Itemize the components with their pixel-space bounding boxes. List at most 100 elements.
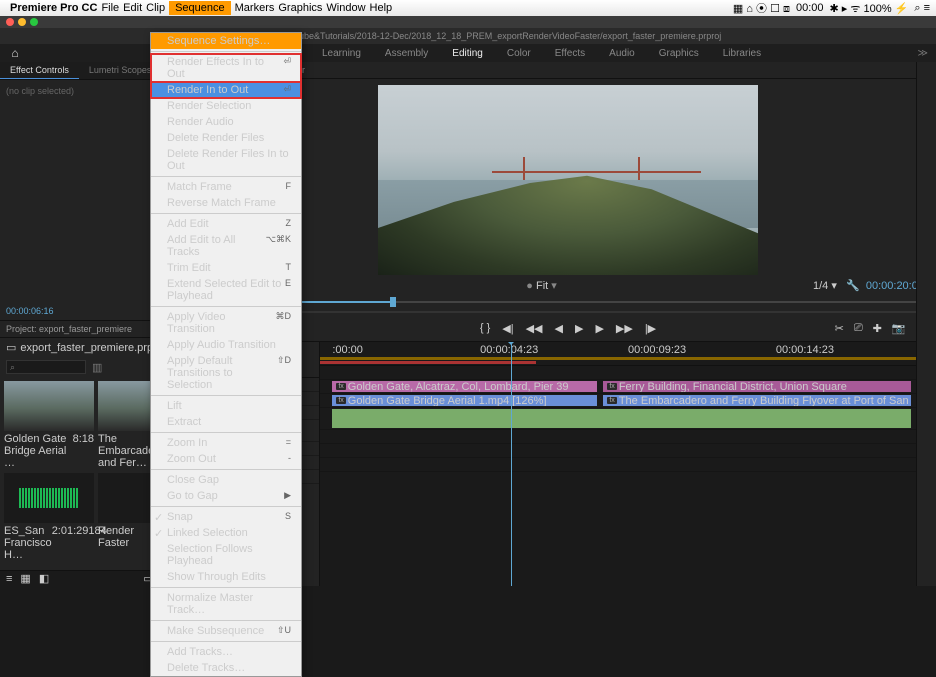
menu-window[interactable]: Window — [326, 2, 365, 14]
minimize-window-button[interactable] — [18, 18, 26, 26]
menu-item: Extend Selected Edit to PlayheadE — [151, 276, 301, 304]
menu-item[interactable]: Show Through Edits — [151, 569, 301, 585]
menu-item[interactable]: Selection Follows Playhead — [151, 541, 301, 569]
workspace-libraries[interactable]: Libraries — [711, 45, 773, 62]
thumbnail — [4, 473, 94, 523]
clip-v1a[interactable]: fxGolden Gate Bridge Aerial 1.mp4 [126%] — [332, 395, 597, 406]
sequence-dropdown-menu: Sequence Settings… Render Effects In to O… — [150, 32, 302, 677]
time-ruler[interactable]: :00:00 00:00:04:23 00:00:09:23 00:00:14:… — [320, 342, 936, 366]
close-window-button[interactable] — [6, 18, 14, 26]
workspace-effects[interactable]: Effects — [543, 45, 597, 62]
clip-v2a[interactable]: fxGolden Gate, Alcatraz, Col, Lombard, P… — [332, 381, 597, 392]
menu-item[interactable]: ✓SnapS — [151, 509, 301, 525]
menu-item[interactable]: Trim EditT — [151, 260, 301, 276]
workspace-overflow-icon[interactable]: ≫ — [910, 48, 936, 59]
menu-item[interactable]: Add Tracks… — [151, 644, 301, 660]
clip-a1[interactable] — [332, 409, 911, 428]
clip-v2b[interactable]: fxFerry Building, Financial District, Un… — [603, 381, 911, 392]
menu-item[interactable]: Zoom Out- — [151, 451, 301, 467]
play-button[interactable]: ▶ — [575, 322, 583, 335]
menu-item[interactable]: Delete Tracks… — [151, 660, 301, 676]
item-duration: 8:18 — [73, 433, 94, 469]
menu-item[interactable]: Close Gap — [151, 472, 301, 488]
menu-clip[interactable]: Clip — [146, 2, 165, 14]
menubar-search-icon[interactable]: ⌕ ≡ — [914, 2, 930, 15]
ruler-tick: :00:00 — [332, 344, 363, 356]
fit-dropdown[interactable]: ● Fit ▾ — [526, 279, 557, 292]
menu-item[interactable]: Sequence Settings… — [151, 33, 301, 49]
menu-help[interactable]: Help — [370, 2, 393, 14]
tab-effect-controls[interactable]: Effect Controls — [0, 62, 79, 79]
project-item[interactable]: Golden Gate Bridge Aerial …8:18 — [4, 381, 94, 469]
window-chrome — [0, 16, 936, 28]
program-zoom-bar[interactable] — [212, 308, 924, 316]
export-frame-icon[interactable]: 📷 — [892, 322, 906, 335]
workspace-editing[interactable]: Editing — [440, 45, 495, 62]
home-icon[interactable]: ⌂ — [0, 46, 30, 60]
menu-item: Apply Audio Transition — [151, 337, 301, 353]
source-timecode: 00:00:06:16 — [6, 306, 54, 316]
ruler-tick: 00:00:09:23 — [628, 344, 686, 356]
timeline-playhead[interactable] — [511, 342, 512, 586]
step-back-button[interactable]: ◀◀ — [526, 322, 543, 335]
menu-item: Delete Render Files In to Out — [151, 146, 301, 174]
menu-item[interactable]: Render Effects In to Out⏎ — [151, 54, 301, 82]
menu-sequence[interactable]: Sequence — [169, 1, 231, 15]
menu-item[interactable]: Make Subsequence⇧U — [151, 623, 301, 639]
menu-item[interactable]: Match FrameF — [151, 179, 301, 195]
list-view-icon[interactable]: ≡ — [6, 573, 12, 585]
menu-item: Render Selection — [151, 98, 301, 114]
audio-meters — [916, 540, 936, 586]
workspace-audio[interactable]: Audio — [597, 45, 647, 62]
workspace-graphics[interactable]: Graphics — [647, 45, 711, 62]
menu-item[interactable]: Render In to Out⏎ — [151, 82, 301, 98]
menu-item[interactable]: Zoom In= — [151, 435, 301, 451]
menu-item[interactable]: Normalize Master Track… — [151, 590, 301, 618]
lift-icon[interactable]: ✂ — [835, 322, 844, 335]
workspace-assembly[interactable]: Assembly — [373, 45, 440, 62]
menu-item[interactable]: Render Audio — [151, 114, 301, 130]
menu-item: Apply Default Transitions to Selection⇧D — [151, 353, 301, 393]
menu-item[interactable]: Add Edit to All Tracks⌥⌘K — [151, 232, 301, 260]
menu-item[interactable]: Go to Gap▶ — [151, 488, 301, 504]
ruler-tick: 00:00:14:23 — [776, 344, 834, 356]
bridge-graphic — [492, 157, 701, 180]
program-title: Program: Render Faster — [200, 62, 936, 79]
menubar-time: 00:00 — [796, 2, 824, 14]
menu-item: Extract — [151, 414, 301, 430]
mark-in-out-button[interactable]: { } — [480, 322, 490, 335]
add-marker-icon[interactable]: ✚ — [873, 322, 882, 335]
menu-markers[interactable]: Markers — [235, 2, 275, 14]
menubar-extras: ✱ ▸ ᯤ 100% ⚡ — [830, 1, 909, 16]
menu-item: Reverse Match Frame — [151, 195, 301, 211]
playhead-marker[interactable] — [390, 297, 396, 307]
fullscreen-window-button[interactable] — [30, 18, 38, 26]
app-name[interactable]: Premiere Pro CC — [10, 2, 97, 14]
menu-edit[interactable]: Edit — [123, 2, 142, 14]
menu-item[interactable]: Add EditZ — [151, 216, 301, 232]
go-to-in-button[interactable]: ◀| — [502, 322, 513, 335]
go-to-out-button[interactable]: |▶ — [645, 322, 656, 335]
workspace-learning[interactable]: Learning — [310, 45, 373, 62]
project-search-input[interactable] — [6, 360, 86, 374]
next-frame-button[interactable]: ▶ — [595, 322, 603, 335]
timeline-body[interactable]: :00:00 00:00:04:23 00:00:09:23 00:00:14:… — [320, 342, 936, 586]
project-filename: export_faster_premiere.prproj — [20, 342, 165, 354]
step-forward-button[interactable]: ▶▶ — [616, 322, 633, 335]
program-scrub-bar[interactable] — [212, 296, 924, 308]
menu-file[interactable]: File — [101, 2, 119, 14]
project-filter-icon[interactable]: ▥ — [92, 361, 102, 374]
scale-dropdown[interactable]: 1/4 — [813, 280, 828, 292]
clip-v1b[interactable]: fxThe Embarcadero and Ferry Building Fly… — [603, 395, 911, 406]
wrench-icon[interactable]: 🔧 — [846, 280, 860, 292]
icon-view-icon[interactable]: ▦ — [20, 572, 30, 585]
prev-frame-button[interactable]: ◀ — [555, 322, 563, 335]
menu-item[interactable]: ✓Linked Selection — [151, 525, 301, 541]
menu-graphics[interactable]: Graphics — [278, 2, 322, 14]
freeform-view-icon[interactable]: ◧ — [39, 572, 49, 585]
program-viewer[interactable] — [378, 85, 758, 275]
right-sidebar — [916, 62, 936, 540]
project-item[interactable]: ES_San Francisco H…2:01:29184 — [4, 473, 94, 561]
extract-icon[interactable]: ⎚ — [854, 322, 863, 335]
workspace-color[interactable]: Color — [495, 45, 543, 62]
